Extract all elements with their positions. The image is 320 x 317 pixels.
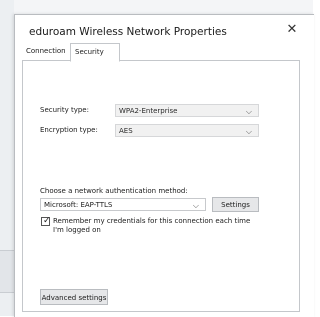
chevron-down-icon: ⌵ bbox=[245, 127, 252, 136]
security-type-value: WPA2-Enterprise bbox=[119, 107, 178, 115]
encryption-type-select[interactable]: AES ⌵ bbox=[115, 124, 259, 137]
remember-credentials-checkbox[interactable]: ✓ bbox=[41, 216, 51, 226]
security-type-select[interactable]: WPA2-Enterprise ⌵ bbox=[115, 104, 259, 117]
auth-method-label: Choose a network authentication method: bbox=[40, 187, 188, 195]
security-panel: Security type: WPA2-Enterprise ⌵ Encrypt… bbox=[22, 60, 300, 312]
auth-method-value: Microsoft: EAP-TTLS bbox=[44, 201, 113, 209]
advanced-settings-button[interactable]: Advanced settings bbox=[40, 289, 108, 305]
tab-connection[interactable]: Connection bbox=[22, 44, 74, 59]
dialog-title: eduroam Wireless Network Properties bbox=[29, 26, 227, 38]
properties-dialog: eduroam Wireless Network Properties ✕ Co… bbox=[14, 14, 314, 317]
background-block bbox=[0, 251, 14, 292]
auth-method-select[interactable]: Microsoft: EAP-TTLS ⌵ bbox=[40, 198, 206, 211]
close-icon[interactable]: ✕ bbox=[284, 22, 300, 38]
checkmark-icon: ✓ bbox=[43, 216, 51, 226]
tab-security[interactable]: Security bbox=[70, 43, 120, 62]
security-type-label: Security type: bbox=[40, 106, 89, 114]
encryption-type-value: AES bbox=[119, 127, 133, 135]
remember-credentials-label: Remember my credentials for this connect… bbox=[53, 217, 251, 234]
chevron-down-icon: ⌵ bbox=[245, 107, 252, 116]
background-divider bbox=[0, 292, 14, 293]
settings-button[interactable]: Settings bbox=[212, 197, 259, 212]
chevron-down-icon: ⌵ bbox=[192, 201, 199, 210]
encryption-type-label: Encryption type: bbox=[40, 126, 98, 134]
